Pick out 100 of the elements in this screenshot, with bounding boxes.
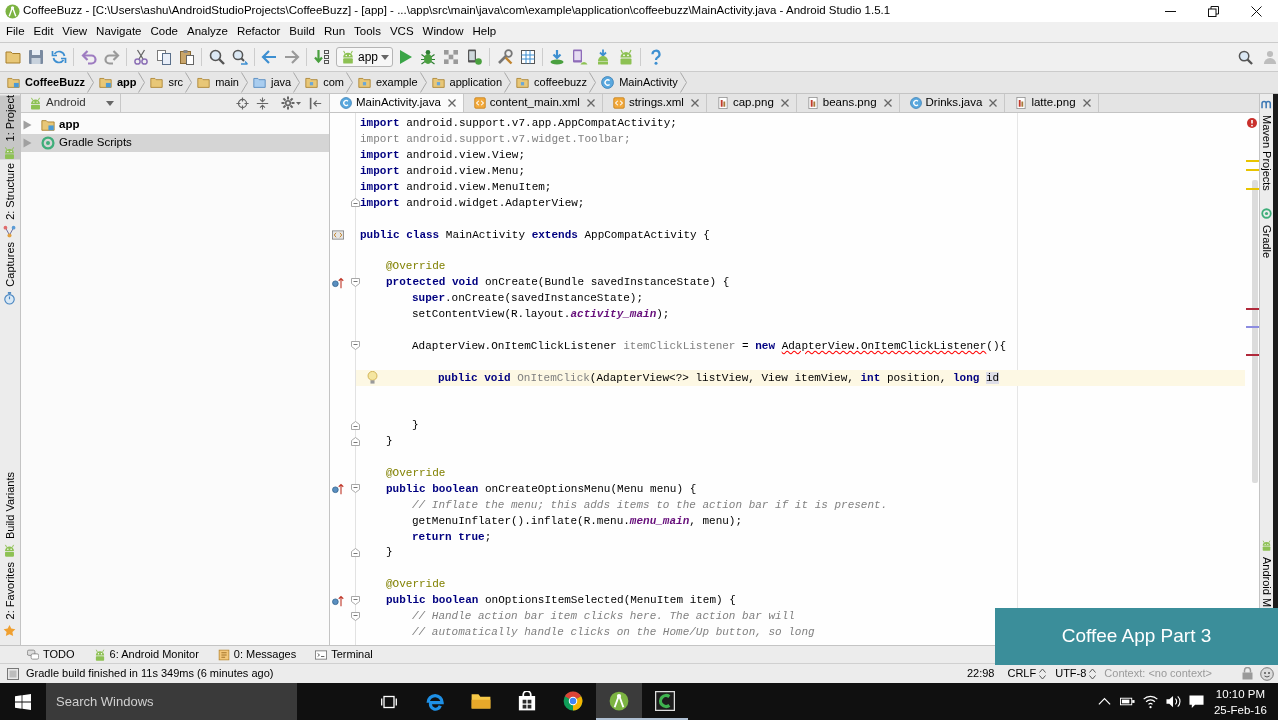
updown-arrows-icon	[1039, 667, 1047, 680]
fold-toggle-icon[interactable]	[351, 484, 360, 494]
breadcrumb-item[interactable]: main	[197, 72, 239, 93]
lock-icon[interactable]	[1242, 667, 1253, 680]
gear-icon[interactable]	[281, 96, 301, 110]
fold-toggle-icon[interactable]	[351, 198, 360, 208]
override-marker-icon[interactable]	[332, 276, 344, 289]
override-marker-icon[interactable]	[332, 483, 344, 496]
wrench-icon[interactable]	[496, 49, 513, 65]
taskbar-button[interactable]	[596, 683, 642, 720]
copy-icon[interactable]	[155, 49, 172, 65]
cursor-position[interactable]: 22:98	[966, 665, 995, 682]
fold-toggle-icon[interactable]	[351, 611, 360, 621]
speaker-icon[interactable]	[1165, 694, 1181, 709]
breadcrumb-item[interactable]: MainActivity	[601, 72, 678, 93]
breadcrumb-item[interactable]: src	[150, 72, 184, 93]
build-icon[interactable]	[313, 49, 330, 65]
sync-download-icon[interactable]	[548, 49, 565, 65]
tool-window-button[interactable]: Android M	[1260, 539, 1273, 607]
run-config-dropdown[interactable]: app	[336, 47, 393, 67]
tool-window-button[interactable]: TODO	[27, 646, 75, 663]
scissors-icon[interactable]	[132, 49, 149, 65]
encoding-selector[interactable]: UTF-8	[1055, 665, 1097, 682]
tool-window-button[interactable]: Terminal	[315, 646, 373, 663]
fold-toggle-icon[interactable]	[351, 277, 360, 287]
tree-item[interactable]: app	[21, 116, 329, 134]
tool-window-button[interactable]: 6: Android Monitor	[93, 646, 199, 663]
star-icon	[3, 624, 17, 637]
override-marker-icon[interactable]	[332, 594, 344, 607]
fold-toggle-icon[interactable]	[351, 548, 360, 558]
tool-window-button[interactable]: Gradle	[1260, 207, 1273, 258]
arrow-left-icon[interactable]	[260, 49, 277, 65]
folder-icon[interactable]	[4, 49, 21, 65]
menu-item[interactable]: View	[58, 22, 92, 42]
editor-tab[interactable]: MainActivity.java	[330, 94, 464, 112]
fold-toggle-icon[interactable]	[351, 595, 360, 605]
breadcrumb-item[interactable]: coffeebuzz	[516, 72, 588, 93]
save-icon[interactable]	[27, 49, 44, 65]
menu-item[interactable]: Analyze	[182, 22, 232, 42]
tree-item[interactable]: Gradle Scripts	[21, 134, 329, 152]
expand-arrow-icon[interactable]	[23, 120, 32, 130]
menu-item[interactable]: File	[2, 22, 29, 42]
fold-toggle-icon[interactable]	[351, 420, 360, 430]
arrow-right-icon[interactable]	[283, 49, 300, 65]
search-icon[interactable]	[1238, 49, 1253, 65]
collapse-all-icon[interactable]	[256, 96, 269, 110]
lightbulb-icon[interactable]	[366, 371, 379, 385]
menu-item[interactable]: Refactor	[232, 22, 285, 42]
menu-item[interactable]: VCS	[385, 22, 418, 42]
menu-item[interactable]: Navigate	[92, 22, 146, 42]
menu-item[interactable]: Tools	[350, 22, 385, 42]
tool-window-button[interactable]: 1: Project	[0, 95, 20, 160]
gradle-icon	[1261, 207, 1272, 219]
clock-date[interactable]: 25-Feb-16	[1213, 701, 1267, 718]
close-icon[interactable]	[1251, 5, 1262, 17]
bug-icon[interactable]	[419, 49, 436, 65]
fold-toggle-icon[interactable]	[351, 341, 360, 351]
phone-icon[interactable]	[465, 49, 482, 65]
tool-window-button[interactable]: Maven Projects	[1260, 98, 1273, 191]
search-icon[interactable]	[208, 49, 225, 65]
layout-file-icon[interactable]	[332, 229, 344, 242]
checkered-icon[interactable]	[442, 49, 459, 65]
grid-icon[interactable]	[519, 49, 536, 65]
start-icon[interactable]	[15, 693, 31, 710]
menu-item[interactable]: Code	[146, 22, 182, 42]
sync-icon[interactable]	[50, 49, 67, 65]
error-icon[interactable]	[1247, 118, 1257, 128]
breadcrumb-item[interactable]: java	[252, 72, 292, 93]
hide-panel-icon[interactable]	[309, 96, 322, 110]
line-separator-selector[interactable]: CRLF	[1007, 665, 1047, 682]
restore-icon[interactable]	[1208, 5, 1219, 17]
breadcrumb-item[interactable]: application	[431, 72, 503, 93]
menu-item[interactable]: Edit	[29, 22, 58, 42]
undo-icon[interactable]	[80, 49, 97, 65]
smiley-icon[interactable]	[1260, 666, 1274, 681]
menu-item[interactable]: Help	[468, 22, 501, 42]
paste-icon[interactable]	[178, 49, 195, 65]
clock-time[interactable]: 10:10 PM	[1215, 685, 1266, 702]
menu-item[interactable]: Build	[285, 22, 319, 42]
breadcrumb-item[interactable]: com	[305, 72, 344, 93]
c-circle-icon	[909, 97, 922, 109]
arc-logo-icon	[655, 690, 675, 711]
search-field[interactable]: Search Windows	[46, 683, 297, 720]
phone-android-icon[interactable]	[571, 49, 588, 65]
tool-window-button[interactable]: 0: Messages	[217, 646, 297, 663]
menu-item[interactable]: Window	[418, 22, 468, 42]
wifi-icon[interactable]	[1142, 694, 1158, 709]
code-line: // automatically handle clicks on the Home/Up button, so long	[412, 625, 815, 639]
redo-icon[interactable]	[103, 49, 120, 65]
breadcrumb-item[interactable]: app	[98, 72, 137, 93]
breadcrumb-item[interactable]: example	[357, 72, 418, 93]
fold-toggle-icon[interactable]	[351, 436, 360, 446]
breadcrumb-item[interactable]: CoffeeBuzz	[7, 72, 85, 93]
panel-toggle-icon[interactable]	[7, 667, 19, 680]
scrollbar-thumb[interactable]	[1252, 180, 1258, 483]
notification-icon[interactable]	[1188, 694, 1204, 709]
crosshair-icon[interactable]	[236, 96, 249, 110]
find-replace-icon[interactable]	[231, 49, 248, 65]
menu-item[interactable]: Run	[319, 22, 350, 42]
task-view-icon[interactable]	[381, 693, 397, 710]
